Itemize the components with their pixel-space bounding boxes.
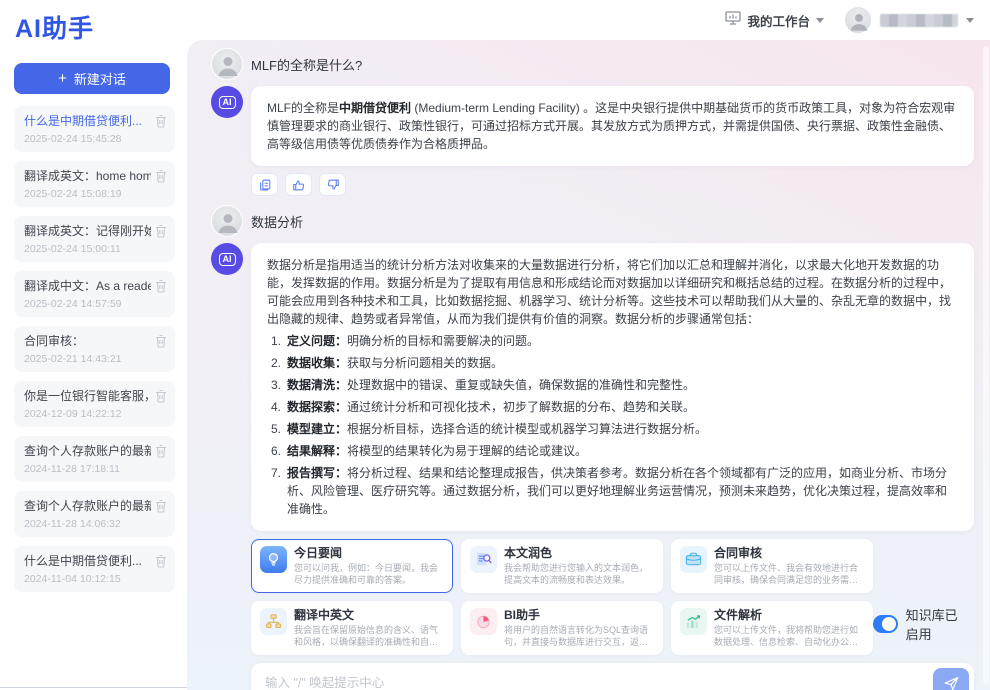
ai-avatar: AI <box>211 86 243 118</box>
user-message-text: 数据分析 <box>251 212 303 231</box>
delete-icon[interactable] <box>155 554 167 568</box>
delete-icon[interactable] <box>155 169 167 183</box>
chat-area: MLF的全称是什么? AI MLF的全称是中期借贷便利 (Medium-term… <box>187 40 990 690</box>
delete-icon[interactable] <box>155 499 167 513</box>
ai-text-bold: 中期借贷便利 <box>339 101 411 115</box>
conversation-history-list: 什么是中期借贷便利... 2025-02-24 15:45:28 翻译成英文：h… <box>0 104 187 592</box>
user-message-text: MLF的全称是什么? <box>251 55 362 74</box>
copy-button[interactable] <box>251 173 278 196</box>
capability-card-text-polish[interactable]: 本文润色 我会帮助您进行您输入的文本润色，提高文本的流畅度和表达效果。 <box>461 539 663 593</box>
delete-icon[interactable] <box>155 224 167 238</box>
history-item[interactable]: 你是一位银行智能客服，... 2024-12-09 14:22:12 <box>14 381 175 427</box>
app-window: AI助手 + 新建对话 什么是中期借贷便利... 2025-02-24 15:4… <box>0 0 990 690</box>
sidebar: AI助手 + 新建对话 什么是中期借贷便利... 2025-02-24 15:4… <box>0 0 187 690</box>
monitor-icon <box>725 11 741 30</box>
user-menu[interactable] <box>844 6 974 34</box>
bottom-block: 今日要闻 您可以问我，例如：今日要闻，我会尽力提供准确和可靠的答案。 本文润色 … <box>251 539 974 690</box>
capability-card-contract-review[interactable]: 合同审核 您可以上传文件、我会有效地进行合同审核，确保合同满足您的业务需求。 <box>671 539 873 593</box>
ai-text: 数据分析是指用适当的统计分析方法对收集来的大量数据进行分析，将它们加以汇总和理解… <box>267 256 958 328</box>
plus-icon: + <box>58 71 67 86</box>
sidebar-bottom-divider <box>0 687 187 688</box>
user-message: 数据分析 <box>211 205 974 237</box>
delete-icon[interactable] <box>155 389 167 403</box>
workspace-label: 我的工作台 <box>747 11 810 30</box>
send-button[interactable] <box>933 668 969 690</box>
thumbs-down-button[interactable] <box>319 173 346 196</box>
step-item: 5.模型建立：根据分析目标，选择合适的统计模型或机器学习算法进行数据分析。 <box>271 420 958 438</box>
app-logo: AI助手 <box>0 0 187 49</box>
capability-card-today-news[interactable]: 今日要闻 您可以问我，例如：今日要闻，我会尽力提供准确和可靠的答案。 <box>251 539 453 593</box>
chevron-down-icon <box>966 18 974 23</box>
user-avatar <box>844 6 872 34</box>
document-magnifier-icon <box>470 546 497 573</box>
user-avatar <box>211 205 243 237</box>
history-item[interactable]: 什么是中期借贷便利... 2024-11-04 10:12:15 <box>14 546 175 592</box>
history-item[interactable]: 翻译成中文：As a reader... 2025-02-24 14:57:59 <box>14 271 175 317</box>
ai-message-card: 数据分析是指用适当的统计分析方法对收集来的大量数据进行分析，将它们加以汇总和理解… <box>251 243 974 531</box>
step-item: 1.定义问题：明确分析的目标和需要解决的问题。 <box>271 332 958 350</box>
briefcase-icon <box>680 546 707 573</box>
capability-cards: 今日要闻 您可以问我，例如：今日要闻，我会尽力提供准确和可靠的答案。 本文润色 … <box>251 539 873 655</box>
capability-card-bi-assistant[interactable]: BI助手 将用户的自然语言转化为SQL查询语句，并直接与数据库进行交互，返回智能… <box>461 601 663 655</box>
top-bar: 我的工作台 <box>187 0 990 40</box>
capability-card-translate[interactable]: 翻译中英文 我会旨在保留原始信息的含义、语气和风格，以确保翻译的准确性和自然流畅… <box>251 601 453 655</box>
thumbs-up-button[interactable] <box>285 173 312 196</box>
step-item: 6.结果解释：将模型的结果转化为易于理解的结论或建议。 <box>271 442 958 460</box>
delete-icon[interactable] <box>155 334 167 348</box>
pie-chart-icon <box>470 608 497 635</box>
ai-message-card: MLF的全称是中期借贷便利 (Medium-term Lending Facil… <box>251 86 974 166</box>
chart-arrow-icon <box>680 608 707 635</box>
user-avatar <box>211 48 243 80</box>
knowledge-base-toggle-group: 知识库已启用 <box>873 605 974 655</box>
ai-text: MLF的全称是 <box>267 101 339 115</box>
ai-message: AI MLF的全称是中期借贷便利 (Medium-term Lending Fa… <box>211 86 974 166</box>
delete-icon[interactable] <box>155 444 167 458</box>
step-item: 3.数据清洗：处理数据中的错误、重复或缺失值，确保数据的准确性和完整性。 <box>271 376 958 394</box>
message-input-bar <box>251 663 974 690</box>
message-input[interactable] <box>265 676 933 690</box>
step-item: 4.数据探索：通过统计分析和可视化技术，初步了解数据的分布、趋势和关联。 <box>271 398 958 416</box>
scrollbar[interactable] <box>983 46 989 684</box>
history-item[interactable]: 翻译成英文：记得刚开始... 2025-02-24 15:00:11 <box>14 216 175 262</box>
workspace-menu[interactable]: 我的工作台 <box>725 11 824 30</box>
translate-icon <box>260 608 287 635</box>
lightbulb-icon <box>260 546 287 573</box>
history-item[interactable]: 合同审核： 2025-02-21 14:43:21 <box>14 326 175 372</box>
new-chat-label: 新建对话 <box>74 69 126 88</box>
delete-icon[interactable] <box>155 114 167 128</box>
ai-avatar: AI <box>211 243 243 275</box>
user-name-redacted <box>880 14 958 27</box>
chevron-down-icon <box>816 18 824 23</box>
main-panel: 我的工作台 MLF的全称是什么? AI <box>187 0 990 690</box>
history-item[interactable]: 查询个人存款账户的最新... 2024-11-28 14:06:32 <box>14 491 175 537</box>
history-item[interactable]: 翻译成英文：home home 2025-02-24 15:08:19 <box>14 161 175 207</box>
step-item: 7.报告撰写：将分析过程、结果和结论整理成报告，供决策者参考。数据分析在各个领域… <box>271 464 958 518</box>
steps-list: 1.定义问题：明确分析的目标和需要解决的问题。 2.数据收集：获取与分析问题相关… <box>271 332 958 518</box>
history-item[interactable]: 查询个人存款账户的最新... 2024-11-28 17:18:11 <box>14 436 175 482</box>
knowledge-base-toggle[interactable] <box>873 615 898 633</box>
step-item: 2.数据收集：获取与分析问题相关的数据。 <box>271 354 958 372</box>
ai-message: AI 数据分析是指用适当的统计分析方法对收集来的大量数据进行分析，将它们加以汇总… <box>211 243 974 531</box>
new-chat-button[interactable]: + 新建对话 <box>14 63 170 94</box>
knowledge-base-label: 知识库已启用 <box>906 605 962 643</box>
delete-icon[interactable] <box>155 279 167 293</box>
history-item[interactable]: 什么是中期借贷便利... 2025-02-24 15:45:28 <box>14 106 175 152</box>
message-actions <box>251 173 974 196</box>
capability-card-file-parse[interactable]: 文件解析 您可以上传文件，我将帮助您进行如数据处理、信息检索、自动化办公等。 <box>671 601 873 655</box>
user-message: MLF的全称是什么? <box>211 48 974 80</box>
